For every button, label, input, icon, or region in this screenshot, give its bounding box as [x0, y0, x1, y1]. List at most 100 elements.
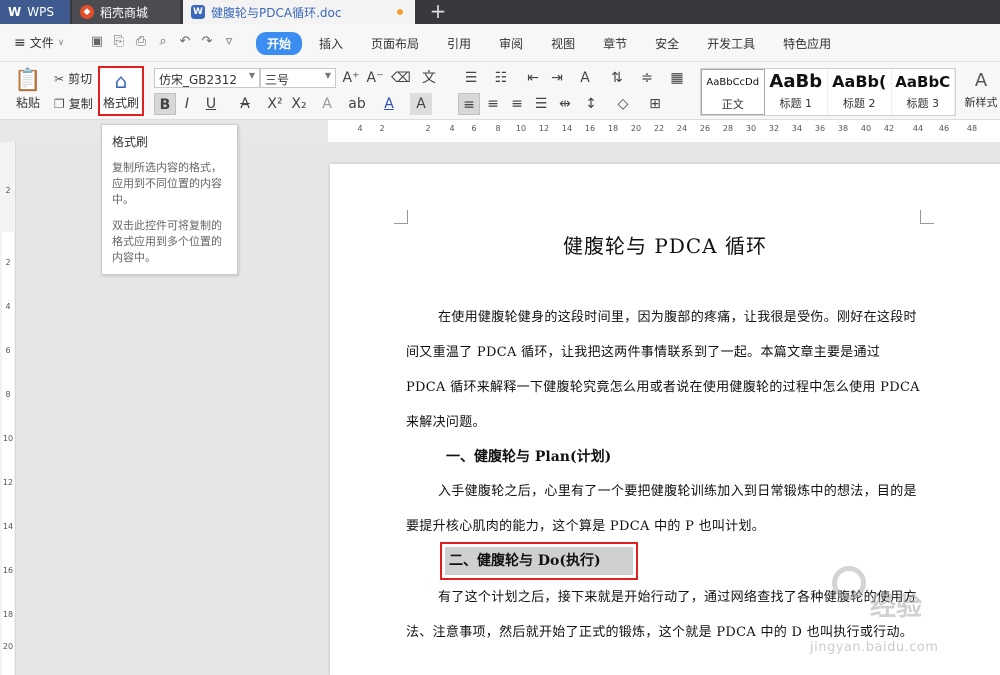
- style-preview: AaBbC: [895, 73, 951, 91]
- horizontal-ruler[interactable]: 4 2 2 4 6 8 10 12 14 16 18 20 22 24 26 2…: [328, 120, 1000, 142]
- cut-button[interactable]: ✂ 剪切: [54, 70, 92, 87]
- tab-home[interactable]: 开始: [256, 32, 303, 55]
- ruler-label: 44: [912, 124, 924, 133]
- bold-icon[interactable]: B: [154, 93, 176, 115]
- table-grid-icon[interactable]: ▦: [666, 67, 688, 89]
- superscript-icon[interactable]: X²: [264, 93, 286, 115]
- shrink-font-icon[interactable]: A⁻: [364, 67, 386, 89]
- paragraph: 在使用健腹轮健身的这段时间里，因为腹部的疼痛，让我很是受伤。刚好在这段时间又重温…: [406, 310, 920, 430]
- title-bar: W WPS ◆ 稻壳商城 W 健腹轮与PDCA循环.doc +: [0, 0, 1000, 24]
- tab-references[interactable]: 引用: [436, 32, 482, 55]
- ruler-label: 20: [630, 124, 642, 133]
- align-left-icon[interactable]: ≡: [458, 93, 480, 115]
- heading: 二、健腹轮与 Do(执行): [445, 547, 633, 575]
- style-name: 正文: [721, 98, 744, 111]
- increase-indent-icon[interactable]: ⇥: [546, 67, 568, 89]
- line-spacing-icon[interactable]: ↕: [580, 93, 602, 115]
- unsaved-indicator: [397, 9, 403, 15]
- tab-security[interactable]: 安全: [644, 32, 690, 55]
- shading-icon[interactable]: ◇: [612, 93, 634, 115]
- style-heading-1[interactable]: AaBb 标题 1: [765, 69, 828, 115]
- tab-review[interactable]: 审阅: [488, 32, 534, 55]
- chinese-layout-icon[interactable]: A: [574, 67, 596, 89]
- tab-view[interactable]: 视图: [540, 32, 586, 55]
- tab-developer[interactable]: 开发工具: [696, 32, 766, 55]
- style-heading-2[interactable]: AaBb( 标题 2: [828, 69, 892, 115]
- customize-icon[interactable]: ▿: [218, 34, 240, 49]
- tab-page-layout[interactable]: 页面布局: [360, 32, 430, 55]
- tab-wps-home[interactable]: W WPS: [0, 0, 70, 24]
- tooltip-body: 双击此控件可将复制的格式应用到多个位置的内容中。: [112, 219, 222, 264]
- subscript-icon[interactable]: X₂: [288, 93, 310, 115]
- ruler-label: 10: [515, 124, 527, 133]
- font-name-value: 仿宋_GB2312: [159, 73, 238, 87]
- style-normal[interactable]: AaBbCcDd 正文: [701, 69, 765, 115]
- ruler-label: 30: [745, 124, 757, 133]
- print-preview-icon[interactable]: ⌕: [152, 34, 174, 49]
- highlight-icon[interactable]: ab: [346, 93, 368, 115]
- clear-format-icon[interactable]: ⌫: [390, 67, 412, 89]
- selected-heading[interactable]: 二、健腹轮与 Do(执行): [440, 542, 638, 580]
- style-preview: AaBb(: [832, 72, 887, 91]
- align-right-icon[interactable]: ≡: [506, 93, 528, 115]
- paste-label: 粘贴: [15, 96, 40, 110]
- align-center-icon[interactable]: ≡: [482, 93, 504, 115]
- underline-icon[interactable]: U: [200, 93, 222, 115]
- distribute-icon[interactable]: ⇹: [554, 93, 576, 115]
- style-preview: AaBb: [769, 71, 823, 92]
- ribbon-tabs: 开始 插入 页面布局 引用 审阅 视图 章节 安全 开发工具 特色应用: [256, 32, 848, 55]
- tab-document[interactable]: W 健腹轮与PDCA循环.doc: [183, 0, 415, 24]
- font-color-icon[interactable]: A: [378, 93, 400, 115]
- undo-icon[interactable]: ↶: [174, 34, 196, 49]
- justify-icon[interactable]: ☰: [530, 93, 552, 115]
- save-icon[interactable]: ▣: [86, 34, 108, 49]
- chevron-down-icon: ▼: [248, 71, 255, 80]
- document-page[interactable]: 健腹轮与 PDCA 循环 在使用健腹轮健身的这段时间里，因为腹部的疼痛，让我很是…: [330, 164, 1000, 675]
- paste-button[interactable]: 📋 粘贴: [10, 68, 46, 111]
- vruler-label: 16: [2, 566, 14, 575]
- file-menu[interactable]: ≡ 文件 ∨: [14, 34, 64, 51]
- scissors-icon: ✂: [54, 71, 65, 86]
- new-style-button[interactable]: A 新样式: [962, 70, 1000, 110]
- ruler-label: 32: [768, 124, 780, 133]
- vruler-label: 4: [5, 302, 11, 311]
- ruler-label: 24: [676, 124, 688, 133]
- copy-button[interactable]: ❐ 复制: [54, 95, 93, 112]
- grow-font-icon[interactable]: A⁺: [340, 67, 362, 89]
- tab-insert[interactable]: 插入: [308, 32, 354, 55]
- sort-icon[interactable]: ⇅: [606, 67, 628, 89]
- vertical-ruler[interactable]: 2 2 4 6 8 10 12 14 16 18 20: [0, 142, 16, 675]
- ruler-label: 34: [791, 124, 803, 133]
- show-marks-icon[interactable]: ≑: [636, 67, 658, 89]
- style-heading-3[interactable]: AaBbC 标题 3: [892, 69, 955, 115]
- tooltip-body: 复制所选内容的格式，应用到不同位置的内容中。: [112, 161, 222, 206]
- decrease-indent-icon[interactable]: ⇤: [522, 67, 544, 89]
- numbering-icon[interactable]: ☷: [490, 67, 512, 89]
- format-painter-label: 格式刷: [102, 96, 139, 110]
- format-painter-tooltip: 格式刷 复制所选内容的格式，应用到不同位置的内容中。 双击此控件可将复制的格式应…: [101, 124, 238, 275]
- ruler-label: 2: [379, 124, 385, 133]
- font-name-select[interactable]: 仿宋_GB2312 ▼: [154, 68, 260, 88]
- pinyin-guide-icon[interactable]: 文: [418, 67, 440, 89]
- italic-icon[interactable]: I: [176, 93, 198, 115]
- format-painter-button[interactable]: ⌂ 格式刷: [98, 66, 144, 116]
- document-title: 健腹轮与 PDCA 循环: [563, 234, 767, 258]
- export-pdf-icon[interactable]: ⎘: [108, 34, 130, 49]
- text-effect-icon[interactable]: A: [316, 93, 338, 115]
- new-style-icon: A: [974, 70, 988, 91]
- font-size-select[interactable]: 三号 ▼: [260, 68, 336, 88]
- strikethrough-icon[interactable]: A: [234, 93, 256, 115]
- ruler-label: 46: [938, 124, 950, 133]
- tab-sections[interactable]: 章节: [592, 32, 638, 55]
- tab-docer-store[interactable]: ◆ 稻壳商城: [72, 0, 180, 24]
- bullets-icon[interactable]: ☰: [460, 67, 482, 89]
- borders-icon[interactable]: ⊞: [644, 93, 666, 115]
- redo-icon[interactable]: ↷: [196, 34, 218, 49]
- new-tab-button[interactable]: +: [424, 0, 452, 24]
- tab-special-apps[interactable]: 特色应用: [772, 32, 842, 55]
- print-icon[interactable]: ⎙: [130, 34, 152, 49]
- ruler-label: 28: [722, 124, 734, 133]
- margin-corner-mark: [394, 210, 408, 224]
- style-gallery: AaBbCcDd 正文 AaBb 标题 1 AaBb( 标题 2 AaBbC 标…: [700, 68, 956, 116]
- char-shading-icon[interactable]: A: [410, 93, 432, 115]
